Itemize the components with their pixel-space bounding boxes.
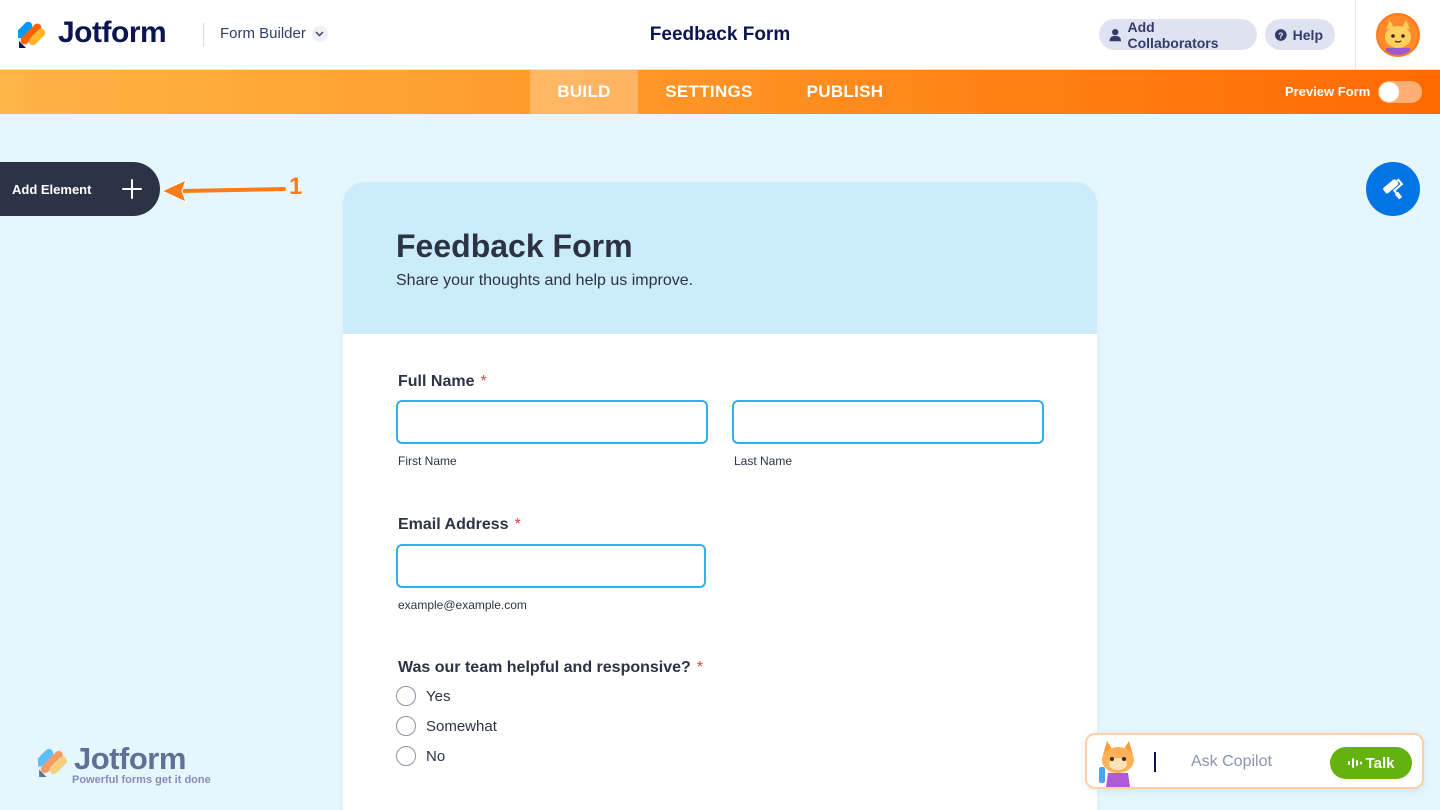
copilot-cat-icon bbox=[1099, 741, 1134, 787]
last-name-input[interactable] bbox=[732, 400, 1044, 444]
question-icon: ? bbox=[1275, 28, 1287, 41]
chevron-down-icon bbox=[311, 25, 328, 42]
talk-label: Talk bbox=[1365, 754, 1395, 772]
copilot-bar[interactable]: Ask Copilot Talk bbox=[1085, 733, 1424, 789]
brand-name: Jotform bbox=[58, 16, 167, 49]
top-header: Jotform Form Builder Feedback Form Add C… bbox=[0, 0, 1440, 70]
required-mark: * bbox=[480, 373, 487, 390]
add-collaborators-label: Add Collaborators bbox=[1127, 18, 1219, 51]
add-element-label: Add Element bbox=[12, 181, 92, 197]
helpful-question-label: Was our team helpful and responsive? * bbox=[398, 659, 703, 677]
form-title: Feedback Form bbox=[396, 228, 633, 264]
help-button[interactable]: ? Help bbox=[1265, 19, 1335, 50]
radio-circle[interactable] bbox=[396, 716, 416, 736]
paint-roller-icon bbox=[1383, 178, 1404, 200]
tab-build[interactable]: BUILD bbox=[530, 70, 638, 114]
tab-settings[interactable]: SETTINGS bbox=[650, 70, 768, 114]
radio-circle[interactable] bbox=[396, 746, 416, 766]
help-label: Help bbox=[1292, 26, 1323, 43]
talk-button[interactable]: Talk bbox=[1330, 747, 1412, 779]
required-mark: * bbox=[514, 516, 521, 533]
required-mark: * bbox=[696, 659, 704, 676]
form-subtitle: Share your thoughts and help us improve. bbox=[396, 272, 694, 289]
radio-option-yes[interactable]: Yes bbox=[396, 686, 450, 706]
radio-option-no[interactable]: No bbox=[396, 746, 445, 766]
user-icon bbox=[1109, 28, 1122, 41]
radio-circle[interactable] bbox=[396, 686, 416, 706]
plus-icon bbox=[122, 179, 142, 199]
form-builder-label: Form Builder bbox=[220, 25, 306, 42]
form-header[interactable]: Feedback Form Share your thoughts and he… bbox=[343, 182, 1097, 334]
email-input[interactable] bbox=[396, 544, 706, 588]
user-avatar[interactable] bbox=[1376, 13, 1420, 57]
email-label-text: Email Address bbox=[398, 516, 509, 533]
jotform-watermark: Jotform bbox=[38, 741, 186, 778]
avatar-divider bbox=[1355, 0, 1356, 70]
radio-option-somewhat[interactable]: Somewhat bbox=[396, 716, 497, 736]
annotation-number: 1 bbox=[289, 173, 303, 200]
cat-avatar-icon bbox=[1378, 15, 1418, 55]
voice-wave-icon bbox=[1347, 758, 1362, 768]
preview-form-label: Preview Form bbox=[1285, 84, 1371, 99]
form-card: Feedback Form Share your thoughts and he… bbox=[343, 182, 1097, 810]
radio-label: No bbox=[426, 747, 446, 765]
full-name-label: Full Name * bbox=[398, 373, 487, 391]
add-element-button[interactable]: Add Element bbox=[0, 162, 160, 216]
radio-label: Yes bbox=[426, 687, 451, 705]
watermark-brand: Jotform bbox=[74, 741, 186, 776]
svg-text:?: ? bbox=[1278, 30, 1283, 40]
builder-nav-bar: BUILD SETTINGS PUBLISH Preview Form bbox=[0, 70, 1440, 114]
preview-form-toggle[interactable] bbox=[1378, 81, 1422, 103]
last-name-sublabel: Last Name bbox=[734, 454, 793, 468]
jotform-watermark-icon bbox=[38, 749, 68, 777]
radio-label: Somewhat bbox=[426, 717, 497, 735]
form-builder-dropdown[interactable]: Form Builder bbox=[220, 25, 328, 42]
full-name-label-text: Full Name bbox=[398, 373, 475, 390]
form-designer-button[interactable] bbox=[1366, 162, 1420, 216]
watermark-tagline: Powerful forms get it done bbox=[72, 774, 211, 786]
first-name-input[interactable] bbox=[396, 400, 708, 444]
text-caret bbox=[1154, 752, 1156, 772]
email-label: Email Address * bbox=[398, 516, 521, 534]
tab-publish[interactable]: PUBLISH bbox=[792, 70, 898, 114]
add-collaborators-button[interactable]: Add Collaborators bbox=[1099, 18, 1257, 51]
copilot-input[interactable]: Ask Copilot bbox=[1191, 753, 1272, 771]
jotform-logo-icon bbox=[18, 21, 46, 48]
jotform-logo[interactable]: Jotform bbox=[18, 16, 167, 50]
first-name-sublabel: First Name bbox=[398, 454, 457, 468]
email-sublabel: example@example.com bbox=[398, 598, 527, 612]
toggle-knob bbox=[1379, 82, 1399, 102]
header-divider bbox=[203, 23, 204, 47]
helpful-question-text: Was our team helpful and responsive? bbox=[398, 659, 691, 676]
annotation-arrow bbox=[160, 179, 286, 203]
